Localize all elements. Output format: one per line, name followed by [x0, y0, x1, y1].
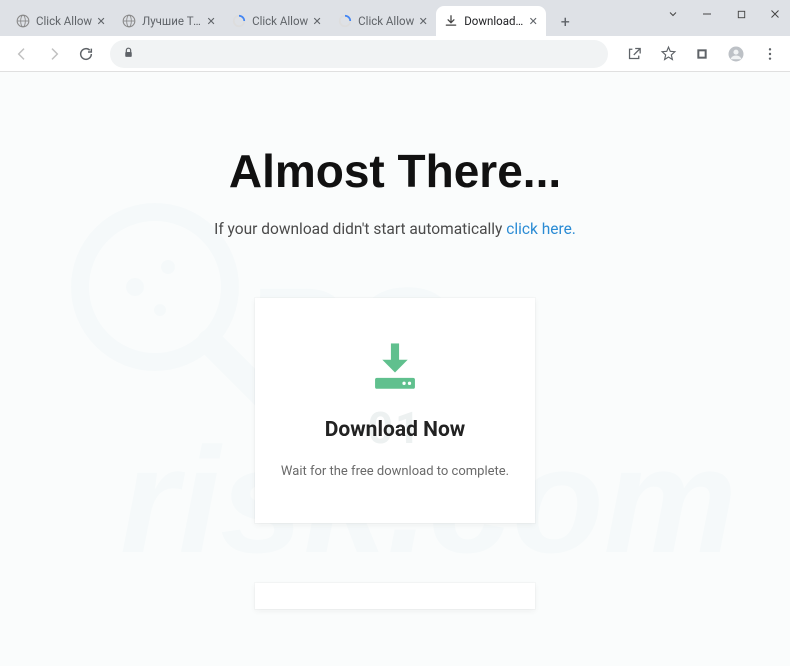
window-controls [666, 0, 790, 36]
tab-1[interactable]: Click Allow ✕ [8, 6, 114, 36]
back-button[interactable] [8, 40, 36, 68]
subline-text: If your download didn't start automatica… [214, 220, 506, 238]
tab-title: Click Allow [358, 14, 414, 28]
tab-3[interactable]: Click Allow ✕ [224, 6, 330, 36]
download-icon [275, 338, 515, 400]
click-here-link[interactable]: click here. [506, 220, 576, 238]
close-icon[interactable]: ✕ [94, 14, 108, 28]
page-subline: If your download didn't start automatica… [0, 220, 790, 238]
kebab-menu-icon[interactable] [758, 42, 782, 66]
tab-5-active[interactable]: Download Re ✕ [436, 6, 546, 36]
loading-spinner-icon [232, 14, 246, 28]
share-icon[interactable] [622, 42, 646, 66]
page-headline: Almost There... [0, 144, 790, 198]
card-body: Wait for the free download to complete. [275, 464, 515, 479]
maximize-button[interactable] [734, 7, 748, 21]
download-card: 01 Download Now Wait for the free downlo… [255, 298, 535, 523]
tab-title: Click Allow [36, 14, 92, 28]
download-icon [444, 14, 458, 28]
extensions-icon[interactable] [690, 42, 714, 66]
minimize-button[interactable] [700, 7, 714, 21]
tab-2[interactable]: Лучшие Tele ✕ [114, 6, 224, 36]
tab-strip: Click Allow ✕ Лучшие Tele ✕ Click Allow … [0, 0, 666, 36]
globe-icon [16, 14, 30, 28]
tab-title: Лучшие Tele [142, 14, 202, 28]
close-window-button[interactable] [768, 7, 782, 21]
page-viewport: PC risk.com Almost There... If your down… [0, 72, 790, 666]
tab-title: Download Re [464, 14, 524, 28]
close-icon[interactable]: ✕ [310, 14, 324, 28]
globe-icon [122, 14, 136, 28]
tab-title: Click Allow [252, 14, 308, 28]
card-title: Download Now [275, 418, 515, 442]
tab-4[interactable]: Click Allow ✕ [330, 6, 436, 36]
close-icon[interactable]: ✕ [526, 14, 540, 28]
reload-button[interactable] [72, 40, 100, 68]
close-icon[interactable]: ✕ [204, 14, 218, 28]
lock-icon [122, 44, 135, 63]
forward-button[interactable] [40, 40, 68, 68]
loading-spinner-icon [338, 14, 352, 28]
profile-icon[interactable] [724, 42, 748, 66]
page-content: Almost There... If your download didn't … [0, 72, 790, 609]
star-icon[interactable] [656, 42, 680, 66]
browser-titlebar: Click Allow ✕ Лучшие Tele ✕ Click Allow … [0, 0, 790, 36]
address-bar[interactable] [110, 40, 608, 68]
next-card-partial [255, 583, 535, 609]
chevron-down-icon[interactable] [666, 7, 680, 21]
new-tab-button[interactable]: + [552, 8, 578, 34]
close-icon[interactable]: ✕ [416, 14, 430, 28]
browser-toolbar [0, 36, 790, 72]
toolbar-right [618, 42, 782, 66]
